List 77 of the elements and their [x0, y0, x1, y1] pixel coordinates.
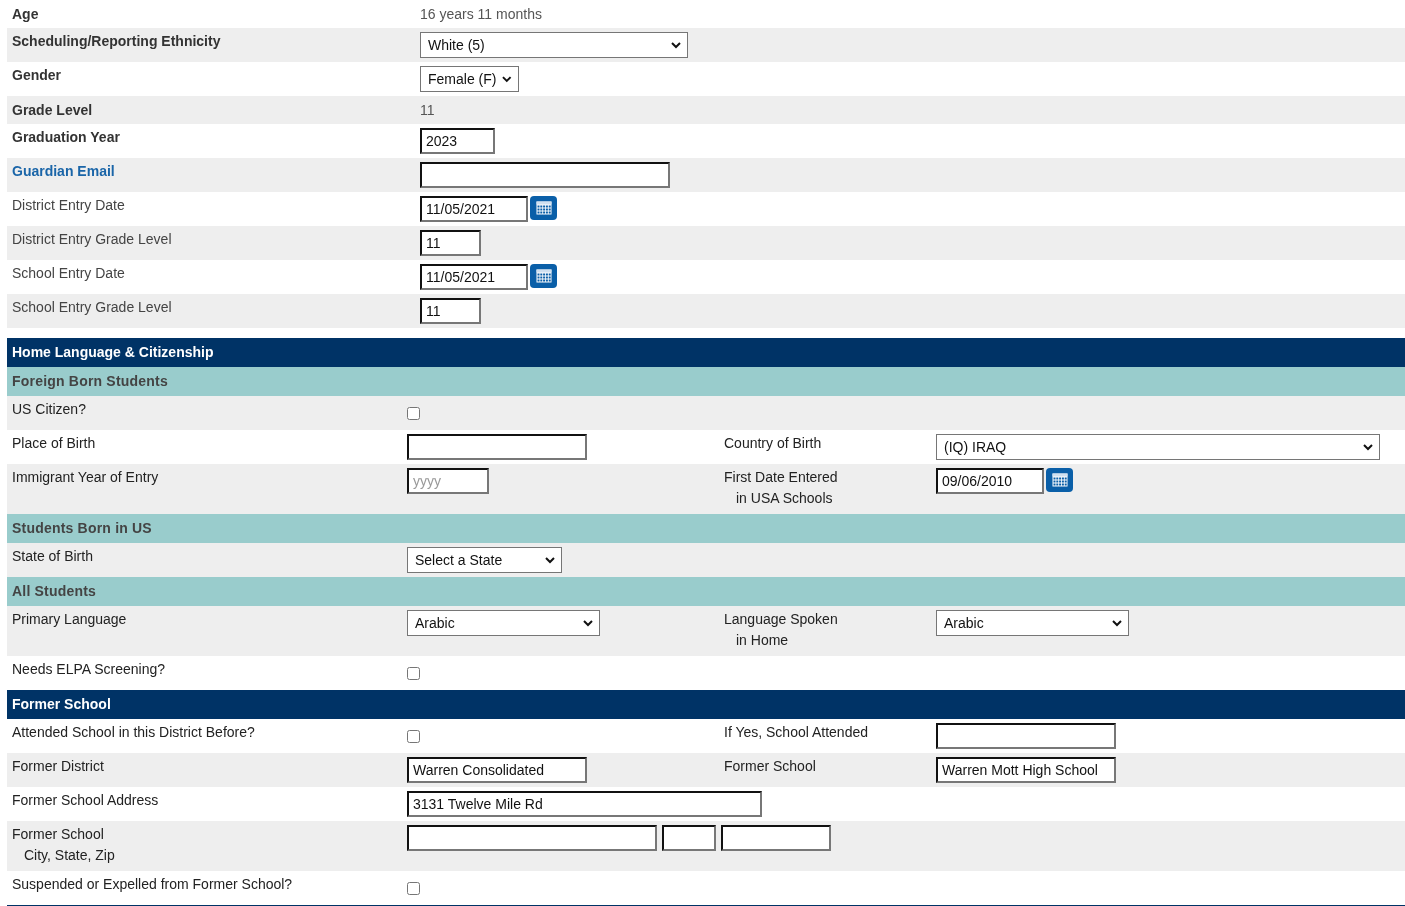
field-label: District Entry Grade Level — [12, 230, 172, 247]
input-field[interactable]: 2023 — [420, 128, 495, 154]
field-label: Former School City, State, Zip — [12, 825, 115, 865]
field-label: Immigrant Year of Entry — [12, 468, 159, 487]
field-link[interactable]: Guardian Email — [12, 162, 115, 179]
chevron-icon — [545, 556, 555, 564]
dropdown[interactable]: (IQ) IRAQ — [936, 434, 1380, 460]
input-field[interactable]: Warren Mott High School — [936, 757, 1116, 783]
field-label: Former School — [724, 757, 816, 776]
field-label: Primary Language — [12, 610, 127, 629]
input-field[interactable]: 11 — [420, 298, 481, 324]
input-field[interactable]: yyyy — [407, 468, 489, 494]
input-field[interactable] — [407, 825, 657, 851]
input-field[interactable] — [420, 162, 670, 188]
input-field[interactable] — [936, 723, 1116, 749]
checkbox[interactable] — [407, 407, 420, 420]
chevron-icon — [1363, 443, 1373, 451]
dropdown-value: Female (F) — [428, 71, 497, 87]
field-label: If Yes, School Attended — [724, 723, 868, 742]
dropdown[interactable]: White (5) — [420, 32, 688, 58]
field-label: Graduation Year — [12, 128, 120, 145]
field-label: Former District — [12, 757, 104, 776]
subsection-header: All Students — [7, 577, 1405, 606]
calendar-button[interactable] — [1046, 468, 1073, 492]
input-field[interactable]: 3131 Twelve Mile Rd — [407, 791, 762, 817]
field-label: Place of Birth — [12, 434, 96, 453]
field-label: School Entry Date — [12, 264, 125, 281]
field-value: 16 years 11 months — [420, 5, 542, 22]
section-header: Former School — [7, 690, 1405, 719]
input-field[interactable] — [662, 825, 716, 851]
field-label: Country of Birth — [724, 434, 822, 453]
input-field[interactable] — [407, 434, 587, 460]
calendar-icon — [535, 201, 552, 215]
field-label: Former School Address — [12, 791, 159, 810]
field-label: Language Spoken in Home — [724, 610, 838, 650]
subsection-header: Foreign Born Students — [7, 367, 1405, 396]
field-label: Attended School in this District Before? — [12, 723, 255, 742]
checkbox[interactable] — [407, 882, 420, 895]
dropdown[interactable]: Select a State — [407, 547, 562, 573]
dropdown-value: White (5) — [428, 37, 485, 53]
date-field[interactable]: 11/05/2021 — [420, 196, 528, 222]
dropdown-value: Select a State — [415, 552, 503, 568]
calendar-button[interactable] — [530, 264, 557, 288]
dropdown[interactable]: Arabic — [407, 610, 600, 636]
input-field[interactable]: Warren Consolidated — [407, 757, 587, 783]
field-label: State of Birth — [12, 547, 93, 566]
field-label: Age — [12, 5, 39, 22]
chevron-icon — [583, 619, 593, 627]
calendar-button[interactable] — [530, 196, 557, 220]
dropdown-value: Arabic — [944, 615, 984, 631]
field-label: First Date Entered in USA Schools — [724, 468, 838, 508]
date-field[interactable]: 11/05/2021 — [420, 264, 528, 290]
chevron-icon — [671, 41, 681, 49]
dropdown[interactable]: Arabic — [936, 610, 1129, 636]
chevron-icon — [502, 75, 512, 83]
dropdown-value: Arabic — [415, 615, 455, 631]
dropdown-value: (IQ) IRAQ — [944, 439, 1007, 455]
field-label: School Entry Grade Level — [12, 298, 172, 315]
chevron-icon — [1112, 619, 1122, 627]
calendar-icon — [1051, 473, 1068, 487]
checkbox[interactable] — [407, 730, 420, 743]
calendar-icon — [535, 269, 552, 283]
field-label: Gender — [12, 66, 61, 83]
input-field[interactable]: 11 — [420, 230, 481, 256]
field-label: Needs ELPA Screening? — [12, 660, 166, 679]
section-header: Home Language & Citizenship — [7, 338, 1405, 367]
subsection-header: Students Born in US — [7, 514, 1405, 543]
date-field[interactable]: 09/06/2010 — [936, 468, 1044, 494]
dropdown[interactable]: Female (F) — [420, 66, 519, 92]
field-label: Suspended or Expelled from Former School? — [12, 875, 293, 894]
field-value: 11 — [420, 101, 435, 118]
field-label: Grade Level — [12, 101, 93, 118]
input-field[interactable] — [721, 825, 831, 851]
field-label: US Citizen? — [12, 400, 86, 419]
field-label: District Entry Date — [12, 196, 125, 213]
field-label: Scheduling/Reporting Ethnicity — [12, 32, 221, 49]
checkbox[interactable] — [407, 667, 420, 680]
